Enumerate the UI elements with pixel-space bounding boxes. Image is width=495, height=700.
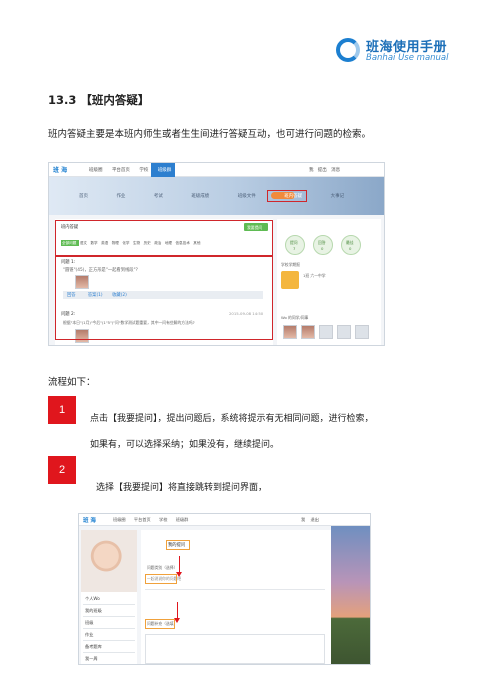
- description-highlight-box: [145, 619, 175, 629]
- step-1-badge: 1: [48, 396, 76, 424]
- screenshot-ask-question: 班 海 班级圈 平台首页 学校 班级群 我 退出 个人Wo 我的班级 班级 作业…: [78, 513, 371, 665]
- scenery-background: [331, 526, 370, 664]
- topbar-logout[interactable]: 退出: [311, 517, 319, 522]
- left-item[interactable]: 作业: [85, 632, 93, 638]
- divider: [83, 616, 135, 617]
- topbar-right: 我 提出 消息: [309, 167, 340, 173]
- menu-item[interactable]: 学校: [159, 517, 167, 522]
- topbar-user[interactable]: 我: [309, 168, 314, 173]
- left-item[interactable]: 个人Wo: [85, 596, 100, 602]
- input-underline: [145, 589, 325, 590]
- nav-exam[interactable]: 考试: [154, 194, 163, 199]
- divider: [83, 640, 135, 641]
- panel-highlight-box: [55, 220, 273, 256]
- menu-item[interactable]: 班级圈: [113, 517, 126, 522]
- description-textarea[interactable]: [145, 634, 325, 664]
- menu-item[interactable]: 班级群: [176, 517, 189, 522]
- school-icon: [281, 271, 299, 289]
- nav-highlight-box: [267, 190, 307, 202]
- nav-grades[interactable]: 班级成绩: [191, 194, 209, 199]
- avatar[interactable]: [337, 325, 351, 339]
- left-item[interactable]: 班级: [85, 620, 93, 626]
- menu-item[interactable]: 平台首页: [134, 517, 151, 522]
- step-1-text-continued: 如果有，可以选择采纳；如果没有，继续提问。: [90, 440, 280, 450]
- stat-asked-value: 7: [293, 246, 296, 251]
- input-highlight-box: [145, 574, 177, 584]
- top-menu: 班级圈 平台首页 学校 班级群: [113, 517, 195, 523]
- menu-item[interactable]: 平台首页: [112, 168, 130, 173]
- questions-highlight-box: [55, 256, 273, 340]
- nav-events[interactable]: 大事记: [331, 194, 345, 199]
- title-highlight-box: [166, 540, 190, 550]
- side-section-title: 学校学期报: [281, 262, 300, 267]
- topbar-submit[interactable]: 提出: [318, 168, 327, 173]
- side-item[interactable]: 1班 六一中学: [303, 273, 326, 279]
- stat-answered-value: 0: [321, 246, 324, 251]
- stat-best-value: 0: [349, 246, 352, 251]
- step-1-text: 点击【我要提问】，提出问题后，系统将提示有无相同问题，进行检索，: [90, 414, 374, 424]
- nav-files[interactable]: 班级文件: [238, 194, 256, 199]
- left-item[interactable]: 我一周: [85, 656, 98, 662]
- avatar[interactable]: [283, 325, 297, 339]
- divider: [83, 628, 135, 629]
- brand-label: 班 海: [83, 518, 96, 524]
- flow-title: 流程如下：: [48, 377, 96, 388]
- left-item[interactable]: 我的班级: [85, 608, 102, 614]
- avatar[interactable]: [355, 325, 369, 339]
- menu-item[interactable]: 班级群: [158, 168, 172, 173]
- avatar[interactable]: [319, 325, 333, 339]
- screenshot-class-qa: 班 海 班级圈 平台首页 学校 班级群 我 提出 消息 首页 作业 考试 班级成…: [48, 162, 385, 346]
- avatar[interactable]: [301, 325, 315, 339]
- menu-item[interactable]: 学校: [139, 168, 148, 173]
- logo-title-en: Banhai Use manual: [366, 53, 449, 63]
- section-title: 13.3 【班内答疑】: [48, 93, 150, 107]
- nav-home[interactable]: 首页: [79, 194, 88, 199]
- top-menu: 班级圈 平台首页 学校 班级群: [89, 167, 179, 173]
- side-people-title: Wo 的同学/同事: [281, 315, 309, 320]
- nav-homework[interactable]: 作业: [116, 194, 125, 199]
- profile-photo: [81, 530, 137, 592]
- divider: [83, 604, 135, 605]
- section-intro: 班内答疑主要是本班内师生或者生生间进行答疑互动，也可进行问题的检索。: [48, 129, 372, 140]
- left-item[interactable]: 备考题库: [85, 644, 102, 650]
- banhai-logo: 班海使用手册 Banhai Use manual: [336, 36, 486, 70]
- topbar-right: 我 退出: [301, 517, 319, 523]
- brand-label: 班 海: [53, 167, 68, 174]
- divider: [83, 652, 135, 653]
- step-2-text: 选择【我要提问】将直接跳转到提问界面，: [96, 483, 268, 493]
- category-hint: 问题类别（选择）: [147, 565, 178, 570]
- step-2-badge: 2: [48, 456, 76, 484]
- menu-item[interactable]: 班级圈: [89, 168, 103, 173]
- banhai-ring-logo-icon: [336, 38, 360, 62]
- topbar-messages[interactable]: 消息: [331, 168, 340, 173]
- topbar-user[interactable]: 我: [301, 517, 305, 522]
- class-nav: 首页 作业 考试 班级成绩 班级文件 班内答疑 大事记: [79, 193, 379, 199]
